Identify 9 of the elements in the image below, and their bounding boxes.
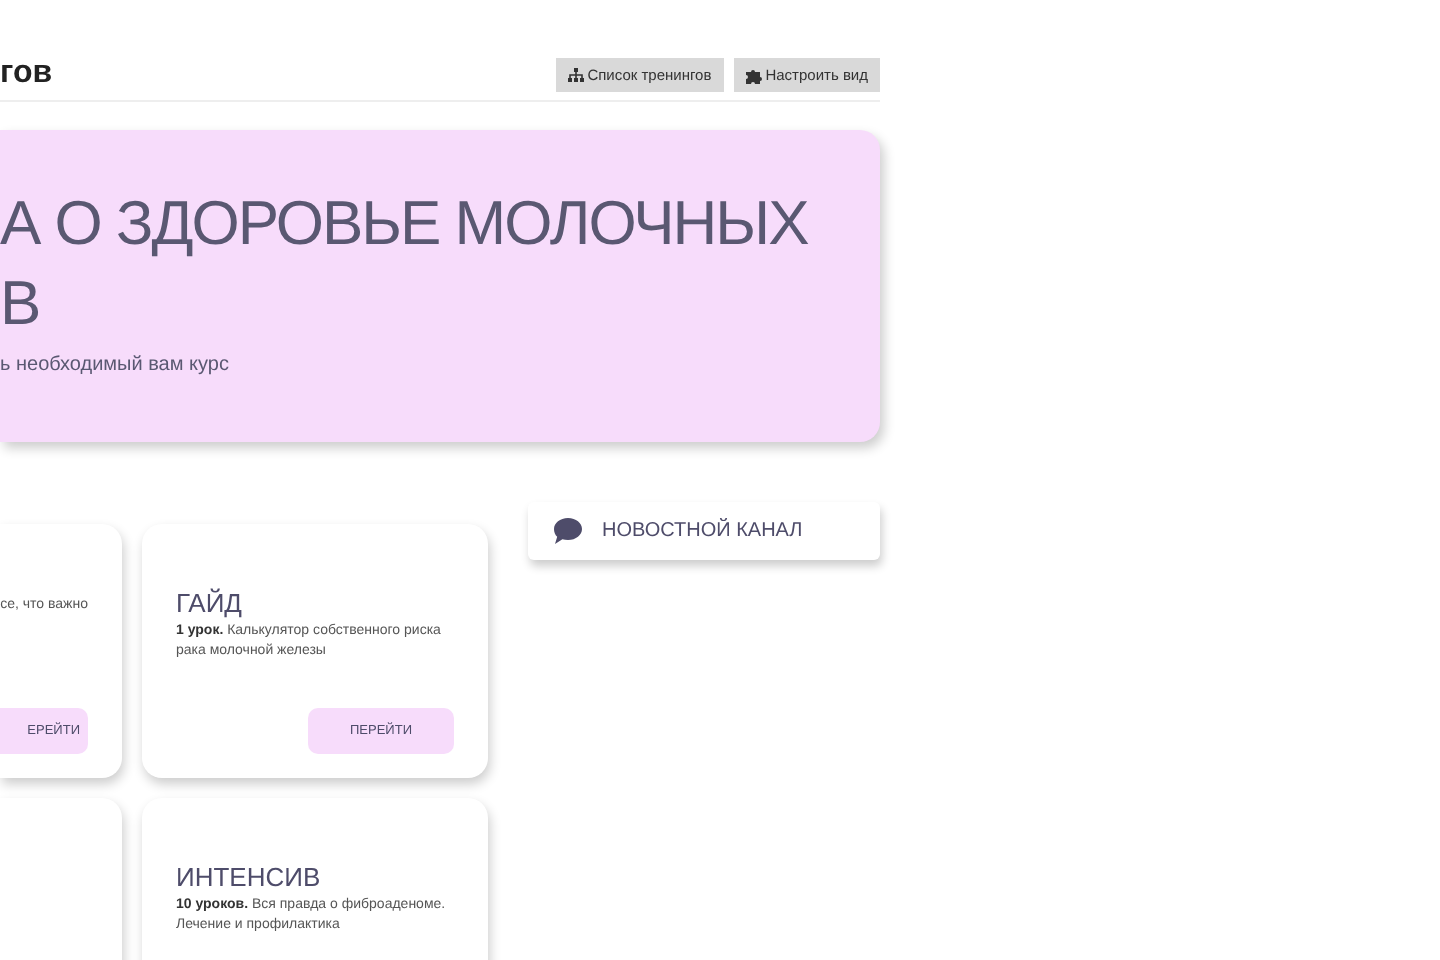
- sitemap-icon: [567, 68, 584, 82]
- page-title: гов: [0, 56, 53, 92]
- hero-subtitle: ь необходимый вам курс: [0, 354, 231, 376]
- hero-title: А О ЗДОРОВЬЕ МОЛОЧНЫХ В: [0, 186, 810, 342]
- course-title: ИНТЕНСИВ: [176, 862, 323, 892]
- course-title: ГАЙД: [176, 588, 244, 618]
- news-channel-link[interactable]: НОВОСТНОЙ КАНАЛ: [528, 502, 880, 560]
- puzzle-icon: [745, 67, 762, 83]
- chat-bubble-icon: [552, 516, 584, 546]
